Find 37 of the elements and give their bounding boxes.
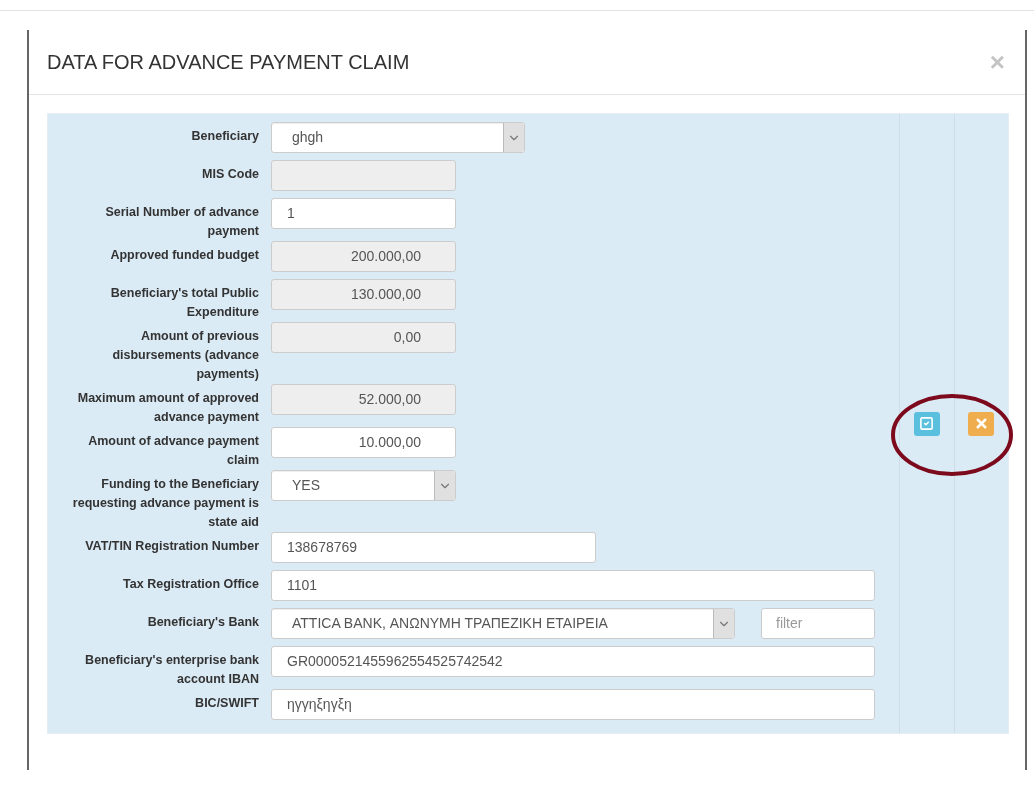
field-label: Beneficiary [191, 129, 259, 143]
field-value: 130.000,00 [350, 285, 421, 304]
dropdown-value: ghgh [291, 128, 325, 147]
field-value: 0,00 [393, 328, 421, 347]
chevron-down-icon[interactable] [503, 123, 524, 152]
dialog-title: DATA FOR ADVANCE PAYMENT CLAIM [47, 50, 410, 75]
field-label: Tax Registration Office [123, 577, 259, 591]
input-field[interactable]: 138678769 [271, 532, 596, 563]
cancel-button[interactable] [968, 411, 995, 436]
dropdown[interactable]: ATTICA BANK, ΑΝΩΝΥΜΗ ΤΡΑΠΕΖΙΚΗ ΕΤΑΙΡΕΙΑ [271, 608, 735, 639]
input-field[interactable]: ηγγηξηγξη [271, 689, 875, 720]
check-square-icon [919, 416, 935, 431]
dropdown[interactable]: ghgh [271, 122, 525, 153]
field-label: Beneficiary's total Public Expenditure [110, 286, 259, 319]
dropdown-value: YES [291, 476, 321, 495]
chevron-down-icon[interactable] [434, 471, 455, 500]
input-field[interactable]: 1101 [271, 570, 875, 601]
field-value: 200.000,00 [350, 247, 421, 266]
field-label: VAT/TIN Registration Number [85, 539, 259, 553]
chevron-down-icon[interactable] [713, 609, 734, 638]
input-field[interactable]: GR0000521455962554525742542 [271, 646, 875, 677]
field-label: MIS Code [202, 167, 259, 181]
field-label: Approved funded budget [110, 248, 259, 262]
dropdown[interactable]: YES [271, 470, 456, 501]
dropdown-value: ATTICA BANK, ΑΝΩΝΥΜΗ ΤΡΑΠΕΖΙΚΗ ΕΤΑΙΡΕΙΑ [291, 614, 609, 633]
field-label: Funding to the Beneficiary requesting advance payment is state aid [72, 477, 259, 529]
field-label: Beneficiary's enterprise bank account IBAN [85, 653, 259, 686]
field-label: Amount of previous disbursements (advance payments) [112, 329, 259, 381]
edit-button[interactable] [913, 411, 940, 436]
field-label: Serial Number of advance payment [105, 205, 259, 238]
field-label: BIC/SWIFT [195, 696, 259, 710]
field-label: Amount of advance payment claim [88, 434, 259, 467]
field-label: Maximum amount of approved advance payment [77, 391, 259, 424]
field-value: 52.000,00 [358, 390, 421, 409]
field-label: Beneficiary's Bank [147, 615, 259, 629]
input-field[interactable]: 1 [271, 198, 456, 229]
input-field[interactable]: 10.000,00 [271, 427, 456, 458]
